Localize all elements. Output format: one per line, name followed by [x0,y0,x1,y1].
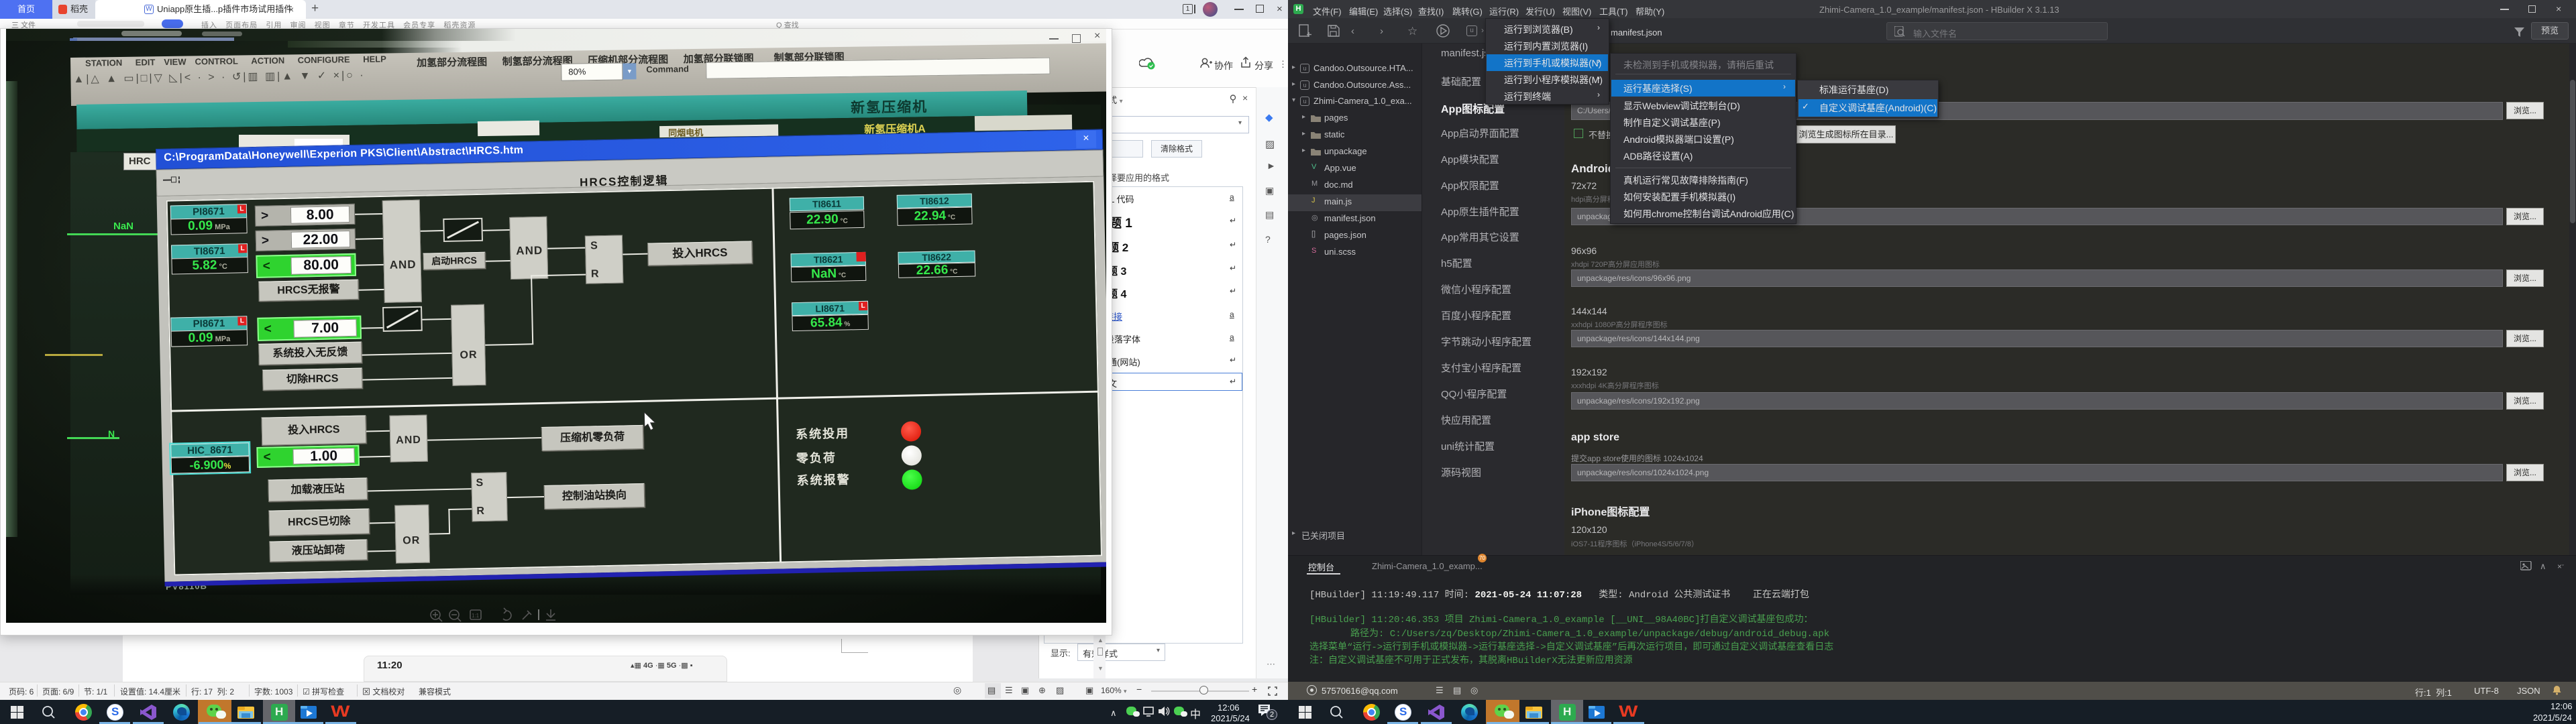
svg-text:1:1: 1:1 [472,613,480,619]
